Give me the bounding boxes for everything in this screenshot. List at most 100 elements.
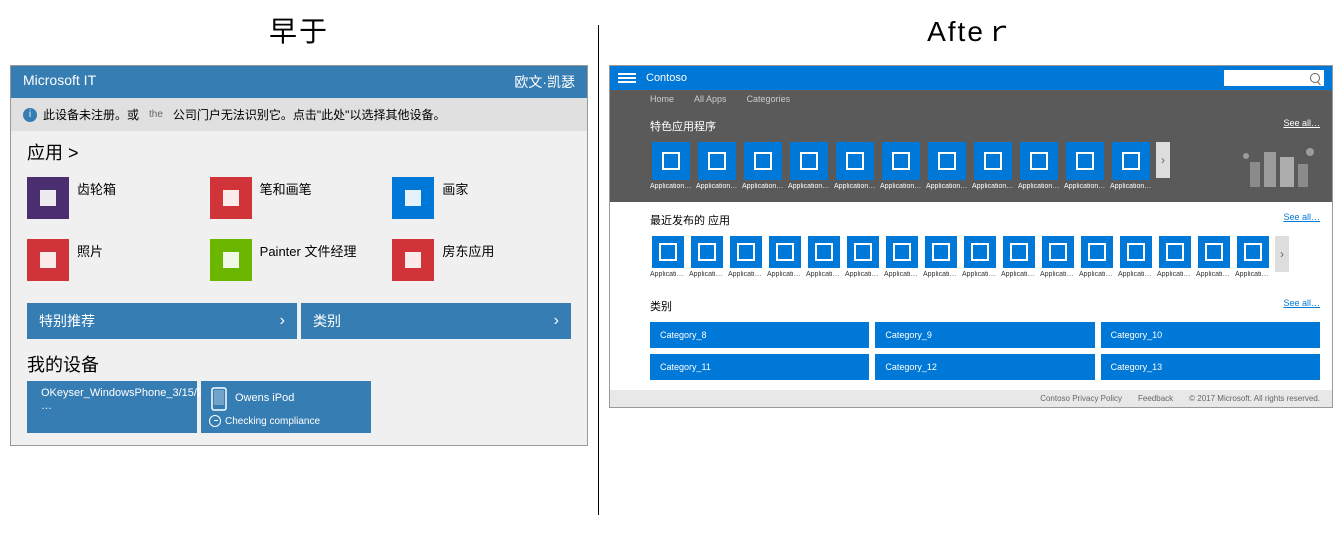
- app-tile[interactable]: Application_87: [742, 142, 784, 190]
- status-text-1: 此设备未注册。或: [43, 106, 139, 123]
- app-icon: [964, 236, 996, 268]
- categories-button[interactable]: 类别 ›: [301, 303, 571, 339]
- app-item[interactable]: Painter 文件经理: [210, 233, 389, 287]
- app-tile[interactable]: Application_88: [788, 142, 830, 190]
- user-label[interactable]: 欧文·凯瑟: [514, 72, 575, 92]
- recent-app-row: Application_1…Application_1…Application_…: [650, 236, 1320, 278]
- app-icon: [1159, 236, 1191, 268]
- scroll-right-icon[interactable]: ›: [1156, 142, 1170, 178]
- app-label: Application_86: [696, 183, 738, 190]
- app-icon: [210, 177, 252, 219]
- nav-item[interactable]: Categories: [747, 94, 791, 104]
- app-tile[interactable]: Application_92: [972, 142, 1014, 190]
- app-item[interactable]: 房东应用: [392, 233, 571, 287]
- category-tile[interactable]: Category_12: [875, 354, 1094, 380]
- app-icon: [808, 236, 840, 268]
- nav-item[interactable]: Home: [650, 94, 674, 104]
- device-row: OKeyser_WindowsPhone_3/15/2017_5:06 …Owe…: [11, 381, 587, 445]
- app-tile[interactable]: Application_1…: [1118, 236, 1154, 278]
- app-tile[interactable]: Application_1…: [1001, 236, 1037, 278]
- app-label: 齿轮箱: [77, 177, 116, 198]
- app-label: Application_1…: [962, 271, 998, 278]
- app-tile[interactable]: Application_1…: [728, 236, 764, 278]
- device-tile[interactable]: OKeyser_WindowsPhone_3/15/2017_5:06 …: [27, 381, 197, 433]
- recent-title: 最近发布的 应用: [650, 212, 730, 228]
- after-panel: Afteｒ Contoso HomeAll AppsCategories 特色应…: [599, 0, 1343, 535]
- device-icon: [209, 387, 229, 411]
- featured-button[interactable]: 特别推荐 ›: [27, 303, 297, 339]
- app-tile[interactable]: Application_1…: [1079, 236, 1115, 278]
- app-tile[interactable]: Application_93: [1018, 142, 1060, 190]
- app-icon: [652, 142, 690, 180]
- see-all-link[interactable]: See all…: [1283, 298, 1320, 314]
- app-label: Application_1…: [728, 271, 764, 278]
- app-tile[interactable]: Application_111: [884, 236, 920, 278]
- app-label: Application_1…: [767, 271, 803, 278]
- nav-item[interactable]: All Apps: [694, 94, 727, 104]
- app-label: Application_1…: [650, 271, 686, 278]
- app-label: Application_1…: [1079, 271, 1115, 278]
- app-item[interactable]: 照片: [27, 233, 206, 287]
- app-label: Application_91: [926, 183, 968, 190]
- category-tile[interactable]: Category_11: [650, 354, 869, 380]
- category-tile[interactable]: Category_8: [650, 322, 869, 348]
- app-tile[interactable]: Application_1…: [767, 236, 803, 278]
- app-tile[interactable]: Application_1…: [1040, 236, 1076, 278]
- scroll-right-icon[interactable]: ›: [1275, 236, 1289, 272]
- app-item[interactable]: 齿轮箱: [27, 171, 206, 225]
- status-text-2: 公司门户无法识别它。点击"此处"以选择其他设备。: [173, 106, 446, 123]
- app-icon: [1066, 142, 1104, 180]
- app-icon: [1120, 236, 1152, 268]
- app-tile[interactable]: Application_91: [926, 142, 968, 190]
- app-tile[interactable]: Application_86: [696, 142, 738, 190]
- apps-heading[interactable]: 应用 >: [27, 139, 571, 165]
- brand-label: Microsoft IT: [23, 72, 96, 92]
- device-status: Checking compliance: [209, 415, 363, 427]
- app-label: Application_87: [742, 183, 784, 190]
- device-tile[interactable]: Owens iPod Checking compliance: [201, 381, 371, 433]
- device-name: Owens iPod: [235, 392, 294, 405]
- see-all-link[interactable]: See all…: [1283, 118, 1320, 134]
- category-tile[interactable]: Category_10: [1101, 322, 1320, 348]
- search-input[interactable]: [1224, 70, 1324, 86]
- app-icon: [790, 142, 828, 180]
- featured-label: 特别推荐: [39, 311, 95, 331]
- categories-title: 类别: [650, 298, 672, 314]
- app-tile[interactable]: Application_100: [650, 142, 692, 190]
- app-tile[interactable]: Application_1…: [923, 236, 959, 278]
- app-tile[interactable]: Application_1…: [962, 236, 998, 278]
- after-title: Afteｒ: [609, 0, 1333, 65]
- app-tile[interactable]: Application_1…: [845, 236, 881, 278]
- app-label: Application_100: [650, 183, 692, 190]
- app-icon: [1020, 142, 1058, 180]
- app-label: Application_1…: [1040, 271, 1076, 278]
- app-tile[interactable]: Application_1…: [1157, 236, 1193, 278]
- category-tile[interactable]: Category_13: [1101, 354, 1320, 380]
- category-tile[interactable]: Category_9: [875, 322, 1094, 348]
- app-icon: [1112, 142, 1150, 180]
- category-grid: Category_8Category_9 Category_10 Category_…: [650, 322, 1320, 380]
- app-tile[interactable]: Application_94: [1064, 142, 1106, 190]
- hamburger-icon[interactable]: [618, 73, 636, 83]
- footer: Contoso Privacy Policy Feedback © 2017 M…: [610, 390, 1332, 407]
- app-item[interactable]: 笔和画笔: [210, 171, 389, 225]
- app-tile[interactable]: Application_1…: [689, 236, 725, 278]
- app-tile[interactable]: Application_1…: [806, 236, 842, 278]
- button-row: 特别推荐 › 类别 ›: [11, 291, 587, 343]
- app-tile[interactable]: Application_1…: [1235, 236, 1271, 278]
- app-tile[interactable]: Application_1…: [650, 236, 686, 278]
- app-label: Application_95: [1110, 183, 1152, 190]
- privacy-link[interactable]: Contoso Privacy Policy: [1040, 394, 1122, 403]
- see-all-link[interactable]: See all…: [1283, 212, 1320, 228]
- feedback-link[interactable]: Feedback: [1138, 394, 1173, 403]
- app-tile[interactable]: Application_90: [880, 142, 922, 190]
- search-icon: [1310, 73, 1320, 83]
- app-label: Application_88: [788, 183, 830, 190]
- nav-bar: Home All Apps Categories: [610, 90, 1332, 108]
- app-item[interactable]: 画家: [392, 171, 571, 225]
- app-tile[interactable]: Application_95: [1110, 142, 1152, 190]
- after-window: Contoso HomeAll AppsCategories 特色应用程序 Se…: [609, 65, 1333, 408]
- app-tile[interactable]: Application_89: [834, 142, 876, 190]
- app-icon: [769, 236, 801, 268]
- app-tile[interactable]: Application_1…: [1196, 236, 1232, 278]
